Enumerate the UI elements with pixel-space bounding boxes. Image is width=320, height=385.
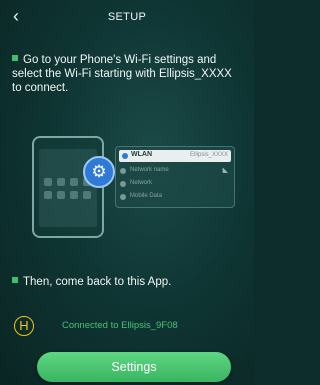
h-circle-icon: H: [14, 316, 34, 336]
wifi-illustration: ⚙ WLAN Ellipsis_XXXX Network name ◣ Netw…: [28, 130, 238, 240]
wlan-network-name: Ellipsis_XXXX: [189, 151, 228, 158]
network-label: Network: [130, 180, 153, 186]
network-dot-icon: [120, 168, 126, 174]
network-label: Mobile Data: [130, 193, 163, 199]
network-row: Network name ◣: [120, 166, 230, 176]
app-icon: [44, 191, 52, 199]
settings-button[interactable]: Settings: [37, 352, 231, 382]
bullet-square-icon: [12, 277, 18, 283]
network-dot-icon: [120, 194, 126, 200]
connection-status: Connected to Ellipsis_9F08: [62, 320, 178, 331]
network-dot-icon: [120, 181, 126, 187]
app-icon: [44, 178, 52, 186]
app-icon: [57, 191, 65, 199]
wifi-list-panel: WLAN Ellipsis_XXXX Network name ◣ Networ…: [115, 146, 235, 208]
network-row: Network: [120, 179, 230, 189]
page-title: SETUP: [107, 11, 147, 23]
instruction-text-2: Then, come back to this App.: [23, 276, 172, 288]
app-icon: [57, 178, 65, 186]
top-bar: ‹ SETUP: [0, 0, 254, 36]
wlan-label: WLAN: [131, 151, 152, 158]
app-icon: [70, 191, 78, 199]
gear-icon: ⚙: [83, 156, 115, 188]
instruction-step-2: Then, come back to this App.: [12, 275, 232, 289]
wlan-dot-icon: [122, 153, 128, 159]
instruction-text-1: Go to your Phone's Wi-Fi settings and se…: [12, 54, 232, 94]
wlan-header-row: WLAN Ellipsis_XXXX: [119, 150, 231, 162]
app-icon: [70, 178, 78, 186]
setup-screen: ‹ SETUP Go to your Phone's Wi-Fi setting…: [0, 0, 254, 385]
wifi-signal-icon: ◣: [222, 167, 228, 174]
app-icon: [83, 191, 91, 199]
instruction-step-1: Go to your Phone's Wi-Fi settings and se…: [12, 53, 237, 95]
bullet-square-icon: [12, 55, 18, 61]
network-row: Mobile Data: [120, 192, 230, 202]
network-label: Network name: [130, 167, 169, 173]
